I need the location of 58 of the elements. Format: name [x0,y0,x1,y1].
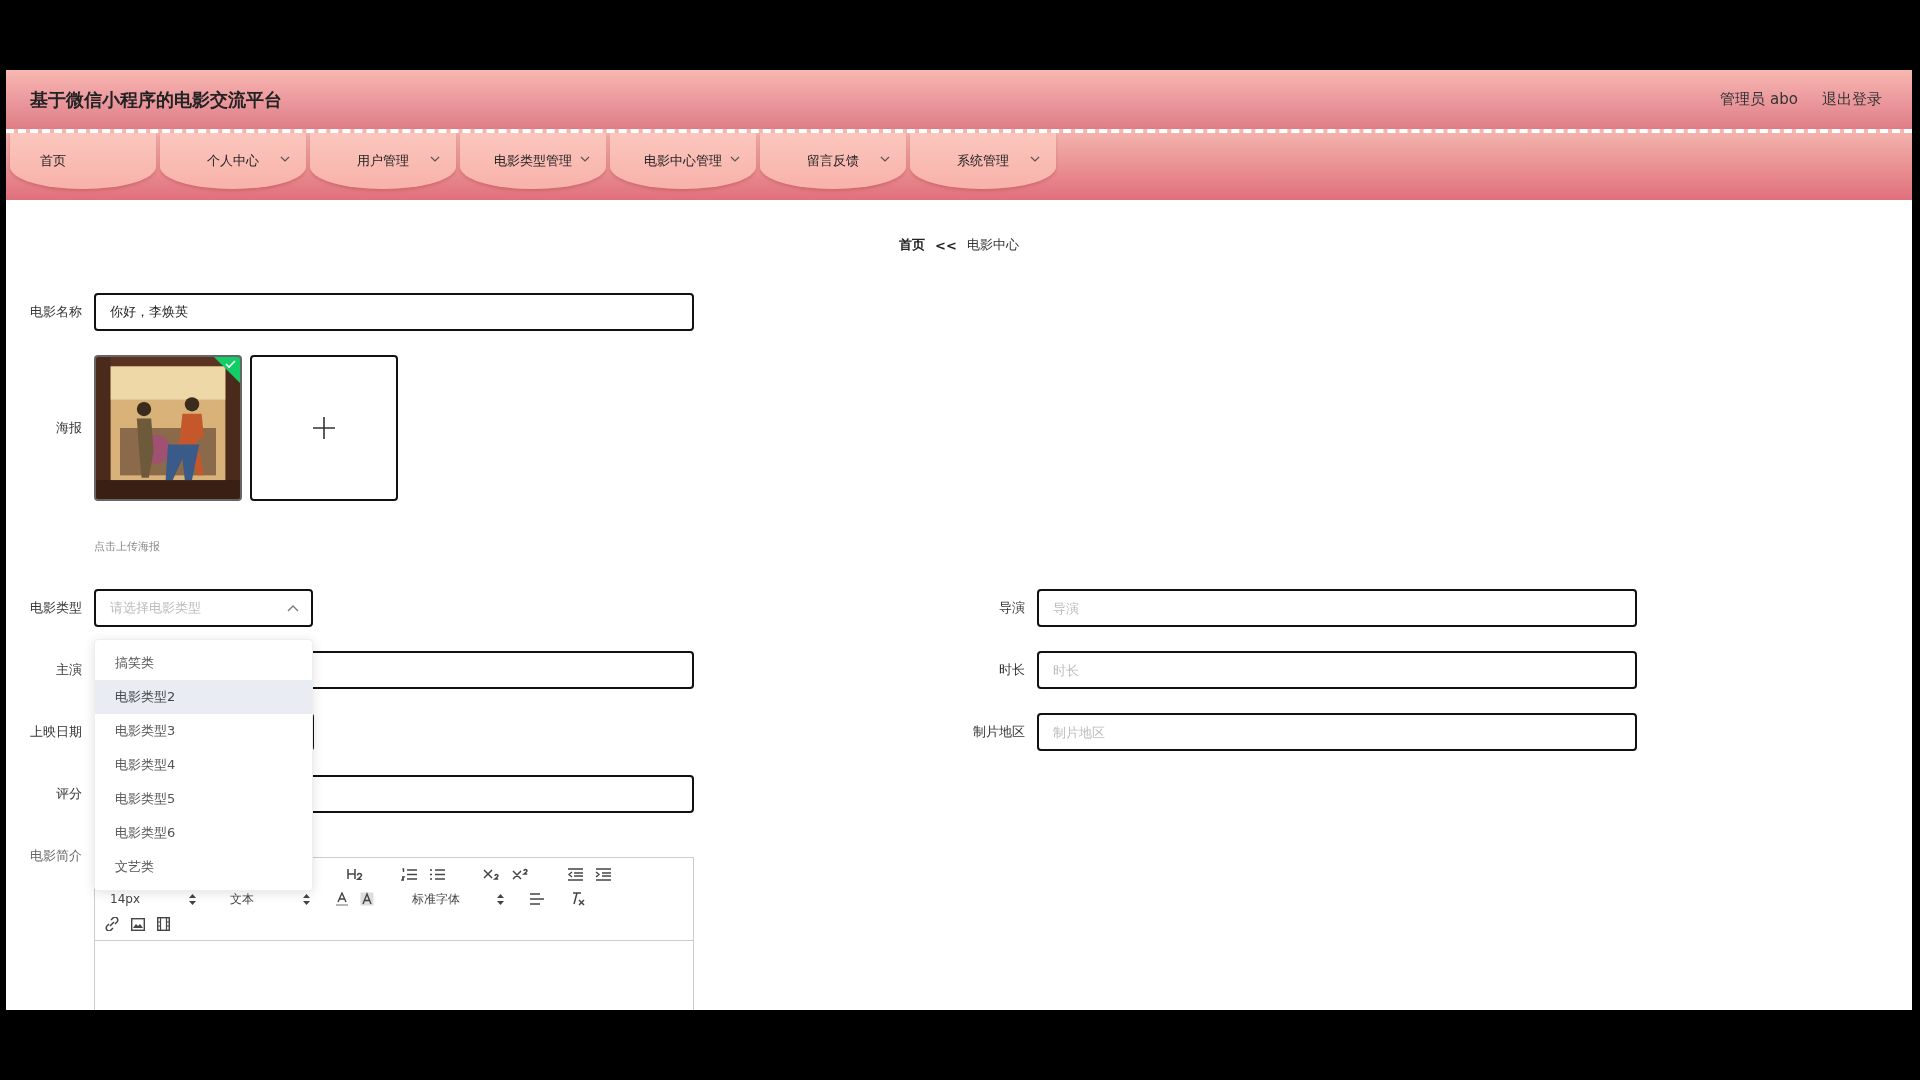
breadcrumb-current: 电影中心 [966,236,1019,254]
nav-tab[interactable]: 个人中心 [160,133,306,189]
bullet-list-icon[interactable] [429,867,445,881]
dropdown-option[interactable]: 电影类型5 [95,782,312,816]
nav-tab[interactable]: 留言反馈 [760,133,906,189]
dropdown-option[interactable]: 电影类型2 [95,680,312,714]
input-field[interactable]: 你好，李焕英 [94,293,694,331]
numbered-list-icon[interactable] [401,867,417,881]
align-icon[interactable] [530,893,544,905]
size-picker[interactable]: 14px [105,892,196,906]
highlight-color-icon[interactable] [360,892,374,906]
video-icon[interactable] [157,917,170,931]
link-icon[interactable] [105,917,119,931]
select-placeholder: 请选择电影类型 [110,599,201,617]
breadcrumb-home[interactable]: 首页 [899,236,926,254]
site-title: 基于微信小程序的电影交流平台 [30,87,282,112]
format-picker[interactable]: 文本 [220,890,310,908]
field-label: 海报 [55,419,82,437]
clear-format-icon[interactable] [570,892,585,906]
field-label: 电影简介 [29,847,82,865]
logout-link[interactable]: 退出登录 [1822,90,1882,109]
breadcrumb-separator: << [935,237,957,253]
field-label: 制片地区 [972,723,1025,741]
nav-tab[interactable]: 电影中心管理 [610,133,756,189]
outdent-icon[interactable] [567,867,583,881]
indent-icon[interactable] [595,867,611,881]
nav-tab[interactable]: 首页 [10,133,156,189]
up-down-arrows-icon [303,893,310,905]
dropdown-option[interactable]: 电影类型3 [95,714,312,748]
up-down-arrows-icon [189,893,196,905]
text-color-icon[interactable] [336,892,348,906]
dropdown-option[interactable]: 电影类型6 [95,816,312,850]
dropdown-option[interactable]: 搞笑类 [95,646,312,680]
field-label: 电影名称 [29,303,82,321]
upload-button[interactable] [250,355,398,501]
image-icon[interactable] [131,917,145,931]
admin-user: 管理员 abo [1720,90,1798,109]
field-label: 导演 [998,599,1025,617]
dropdown-option[interactable]: 电影类型4 [95,748,312,782]
field-label: 时长 [998,661,1025,679]
input-field[interactable]: 制片地区 [1037,713,1637,751]
nav-tab[interactable]: 用户管理 [310,133,456,189]
input-field[interactable]: 时长 [1037,651,1637,689]
field-label: 电影类型 [29,599,82,617]
input-field[interactable]: 导演 [1037,589,1637,627]
up-down-arrows-icon [497,893,504,905]
subscript-icon[interactable] [483,867,500,881]
field-label: 上映日期 [29,723,82,741]
nav-tab[interactable]: 系统管理 [910,133,1056,189]
dropdown-option[interactable]: 文艺类 [95,850,312,884]
field-label: 评分 [55,785,82,803]
font-picker[interactable]: 标准字体 [394,890,504,908]
nav-tab[interactable]: 电影类型管理 [460,133,606,189]
heading-icon[interactable] [347,868,363,880]
superscript-icon[interactable] [512,867,529,881]
field-label: 主演 [55,661,82,679]
plus-icon [313,417,335,439]
upload-hint: 点击上传海报 [94,539,161,553]
